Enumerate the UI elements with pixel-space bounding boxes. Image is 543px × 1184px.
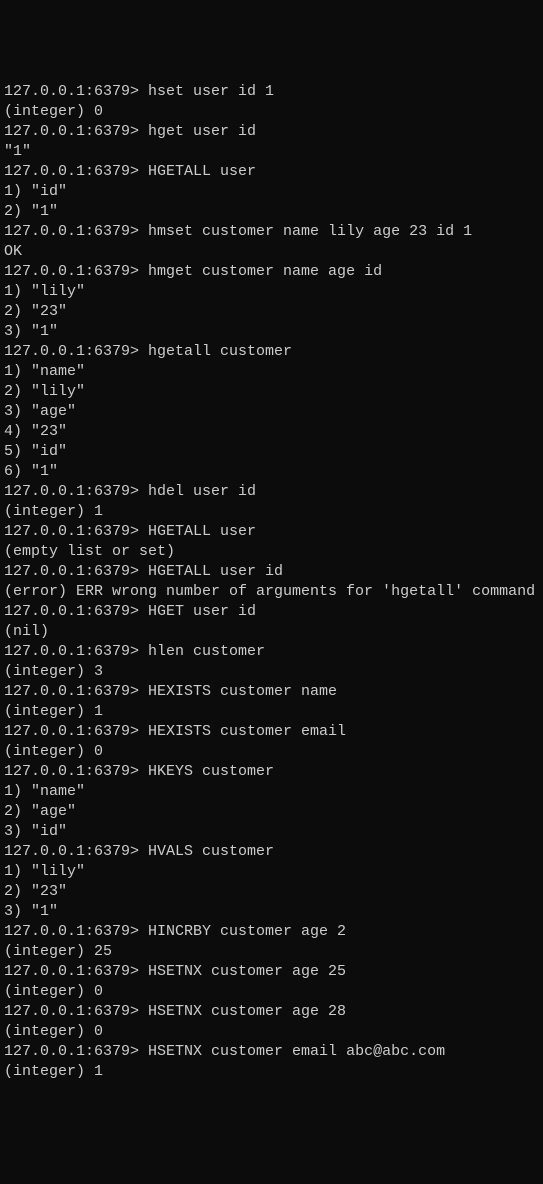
- command-text: hmget customer name age id: [148, 263, 382, 280]
- terminal-line: (nil): [4, 622, 539, 642]
- terminal-line: (error) ERR wrong number of arguments fo…: [4, 582, 539, 602]
- terminal-line: 127.0.0.1:6379> HSETNX customer age 25: [4, 962, 539, 982]
- terminal-line: (integer) 0: [4, 742, 539, 762]
- prompt-text: 127.0.0.1:6379>: [4, 163, 148, 180]
- terminal-line: 1) "name": [4, 362, 539, 382]
- terminal-line: 127.0.0.1:6379> hdel user id: [4, 482, 539, 502]
- terminal-line: 1) "id": [4, 182, 539, 202]
- prompt-text: 127.0.0.1:6379>: [4, 763, 148, 780]
- prompt-text: 127.0.0.1:6379>: [4, 343, 148, 360]
- terminal-line: (integer) 0: [4, 1022, 539, 1042]
- command-text: HGET user id: [148, 603, 256, 620]
- terminal-output[interactable]: 127.0.0.1:6379> hset user id 1(integer) …: [4, 82, 539, 1082]
- prompt-text: 127.0.0.1:6379>: [4, 483, 148, 500]
- prompt-text: 127.0.0.1:6379>: [4, 843, 148, 860]
- terminal-line: 127.0.0.1:6379> hmset customer name lily…: [4, 222, 539, 242]
- prompt-text: 127.0.0.1:6379>: [4, 1003, 148, 1020]
- terminal-line: 5) "id": [4, 442, 539, 462]
- terminal-line: (empty list or set): [4, 542, 539, 562]
- command-text: hset user id 1: [148, 83, 274, 100]
- command-text: HEXISTS customer name: [148, 683, 337, 700]
- command-text: HSETNX customer age 25: [148, 963, 346, 980]
- terminal-line: 127.0.0.1:6379> hget user id: [4, 122, 539, 142]
- terminal-line: 3) "id": [4, 822, 539, 842]
- terminal-line: 2) "age": [4, 802, 539, 822]
- terminal-line: 127.0.0.1:6379> HEXISTS customer name: [4, 682, 539, 702]
- terminal-line: 127.0.0.1:6379> hgetall customer: [4, 342, 539, 362]
- command-text: HGETALL user: [148, 163, 256, 180]
- prompt-text: 127.0.0.1:6379>: [4, 723, 148, 740]
- terminal-line: 3) "1": [4, 322, 539, 342]
- command-text: hlen customer: [148, 643, 265, 660]
- command-text: hget user id: [148, 123, 256, 140]
- prompt-text: 127.0.0.1:6379>: [4, 1043, 148, 1060]
- command-text: HINCRBY customer age 2: [148, 923, 346, 940]
- terminal-line: 2) "lily": [4, 382, 539, 402]
- terminal-line: 2) "1": [4, 202, 539, 222]
- terminal-line: (integer) 0: [4, 982, 539, 1002]
- command-text: HSETNX customer age 28: [148, 1003, 346, 1020]
- terminal-line: "1": [4, 142, 539, 162]
- prompt-text: 127.0.0.1:6379>: [4, 223, 148, 240]
- terminal-line: (integer) 0: [4, 102, 539, 122]
- command-text: HGETALL user id: [148, 563, 283, 580]
- terminal-line: 127.0.0.1:6379> HSETNX customer age 28: [4, 1002, 539, 1022]
- prompt-text: 127.0.0.1:6379>: [4, 643, 148, 660]
- terminal-line: (integer) 1: [4, 702, 539, 722]
- terminal-line: 127.0.0.1:6379> HGETALL user: [4, 162, 539, 182]
- terminal-line: 127.0.0.1:6379> hlen customer: [4, 642, 539, 662]
- command-text: HVALS customer: [148, 843, 274, 860]
- terminal-line: (integer) 1: [4, 502, 539, 522]
- prompt-text: 127.0.0.1:6379>: [4, 683, 148, 700]
- prompt-text: 127.0.0.1:6379>: [4, 123, 148, 140]
- terminal-line: 4) "23": [4, 422, 539, 442]
- command-text: HKEYS customer: [148, 763, 274, 780]
- terminal-line: 6) "1": [4, 462, 539, 482]
- terminal-line: OK: [4, 242, 539, 262]
- terminal-line: 127.0.0.1:6379> HSETNX customer email ab…: [4, 1042, 539, 1062]
- terminal-line: 127.0.0.1:6379> HEXISTS customer email: [4, 722, 539, 742]
- terminal-line: 1) "lily": [4, 862, 539, 882]
- terminal-line: 3) "1": [4, 902, 539, 922]
- terminal-line: 127.0.0.1:6379> HINCRBY customer age 2: [4, 922, 539, 942]
- terminal-line: (integer) 3: [4, 662, 539, 682]
- terminal-line: 127.0.0.1:6379> hmget customer name age …: [4, 262, 539, 282]
- terminal-line: 3) "age": [4, 402, 539, 422]
- command-text: HEXISTS customer email: [148, 723, 346, 740]
- terminal-line: 2) "23": [4, 882, 539, 902]
- terminal-line: 127.0.0.1:6379> HGETALL user id: [4, 562, 539, 582]
- terminal-line: 1) "name": [4, 782, 539, 802]
- terminal-line: 127.0.0.1:6379> HGETALL user: [4, 522, 539, 542]
- command-text: hmset customer name lily age 23 id 1: [148, 223, 472, 240]
- terminal-line: (integer) 25: [4, 942, 539, 962]
- command-text: hdel user id: [148, 483, 256, 500]
- terminal-line: 127.0.0.1:6379> HGET user id: [4, 602, 539, 622]
- prompt-text: 127.0.0.1:6379>: [4, 263, 148, 280]
- terminal-line: 127.0.0.1:6379> hset user id 1: [4, 82, 539, 102]
- command-text: HGETALL user: [148, 523, 256, 540]
- terminal-line: 1) "lily": [4, 282, 539, 302]
- command-text: HSETNX customer email abc@abc.com: [148, 1043, 445, 1060]
- prompt-text: 127.0.0.1:6379>: [4, 523, 148, 540]
- terminal-line: 127.0.0.1:6379> HVALS customer: [4, 842, 539, 862]
- prompt-text: 127.0.0.1:6379>: [4, 963, 148, 980]
- terminal-line: (integer) 1: [4, 1062, 539, 1082]
- terminal-line: 127.0.0.1:6379> HKEYS customer: [4, 762, 539, 782]
- prompt-text: 127.0.0.1:6379>: [4, 603, 148, 620]
- prompt-text: 127.0.0.1:6379>: [4, 923, 148, 940]
- command-text: hgetall customer: [148, 343, 292, 360]
- prompt-text: 127.0.0.1:6379>: [4, 83, 148, 100]
- prompt-text: 127.0.0.1:6379>: [4, 563, 148, 580]
- terminal-line: 2) "23": [4, 302, 539, 322]
